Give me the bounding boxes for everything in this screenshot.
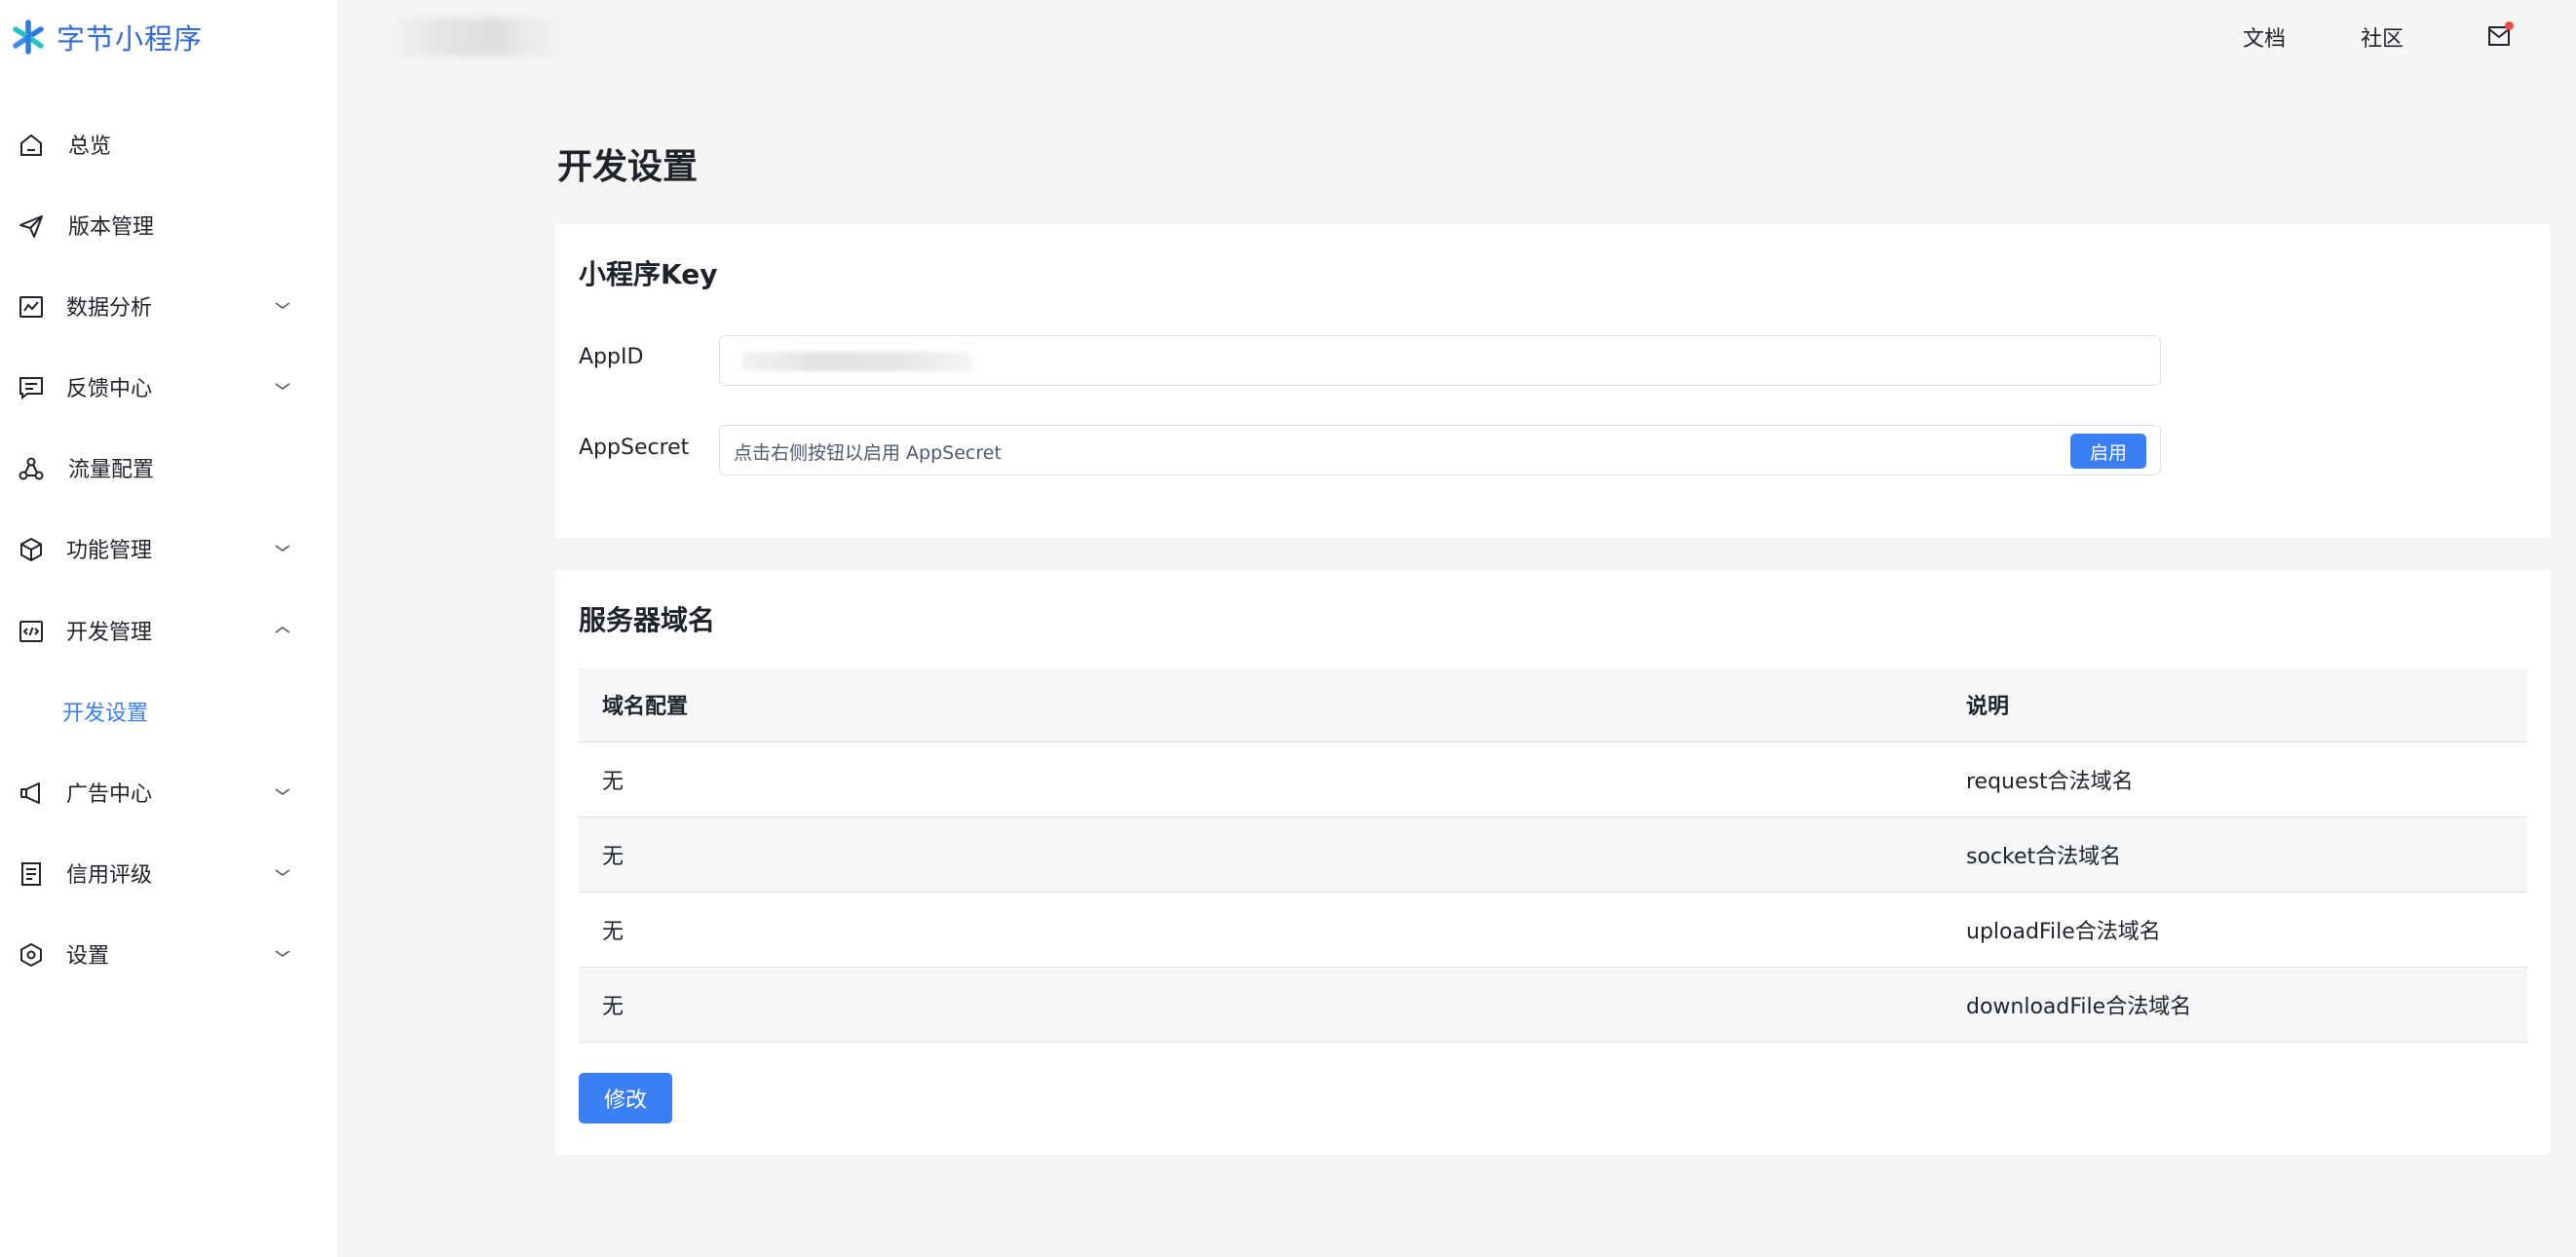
code-icon bbox=[19, 621, 43, 642]
cube-icon bbox=[20, 538, 42, 561]
sidebar-item-dev[interactable]: 开发管理 bbox=[0, 601, 337, 660]
modify-button[interactable]: 修改 bbox=[579, 1073, 672, 1124]
domain-description: request合法域名 bbox=[1966, 770, 2134, 794]
docs-link[interactable]: 文档 bbox=[2243, 21, 2286, 53]
home-icon bbox=[20, 133, 42, 156]
sidebar-item-label: 开发设置 bbox=[62, 702, 149, 726]
document-icon bbox=[21, 862, 41, 886]
table-row: 无 request合法域名 bbox=[579, 743, 2527, 818]
table-header: 域名配置 说明 bbox=[579, 667, 2527, 743]
megaphone-icon bbox=[20, 782, 40, 804]
sidebar-item-label: 信用评级 bbox=[66, 863, 153, 888]
table-row: 无 downloadFile合法域名 bbox=[579, 968, 2527, 1043]
sidebar-item-label: 流量配置 bbox=[68, 458, 155, 482]
chart-icon bbox=[19, 296, 43, 318]
network-icon bbox=[19, 457, 44, 480]
key-card-title: 小程序Key bbox=[579, 258, 718, 290]
sidebar-item-ads[interactable]: 广告中心 bbox=[0, 763, 337, 821]
chevron-down-icon bbox=[275, 950, 290, 957]
sidebar-item-overview[interactable]: 总览 bbox=[0, 115, 337, 173]
column-header-domain: 域名配置 bbox=[602, 695, 689, 719]
sidebar-item-label: 广告中心 bbox=[66, 782, 153, 807]
chevron-down-icon bbox=[275, 302, 290, 309]
sidebar: 字节小程序 总览 版本管理 数据分析 反馈中心 流量配置 功能管理 开发管理 开… bbox=[0, 0, 337, 1257]
appsecret-value: 点击右侧按钮以启用 AppSecret bbox=[734, 442, 1002, 464]
sidebar-item-feedback[interactable]: 反馈中心 bbox=[0, 358, 337, 416]
app-logo[interactable]: 字节小程序 bbox=[10, 18, 203, 57]
sidebar-item-label: 开发管理 bbox=[66, 621, 153, 645]
sidebar-item-label: 数据分析 bbox=[66, 296, 153, 321]
chevron-down-icon bbox=[275, 545, 290, 552]
domain-value: 无 bbox=[602, 920, 625, 944]
column-header-description: 说明 bbox=[1966, 695, 2010, 719]
sidebar-item-features[interactable]: 功能管理 bbox=[0, 519, 337, 578]
chevron-up-icon bbox=[275, 627, 290, 633]
appid-value-blurred bbox=[741, 352, 973, 371]
logo-text: 字节小程序 bbox=[57, 22, 204, 56]
table-row: 无 uploadFile合法域名 bbox=[579, 893, 2527, 968]
domain-description: socket合法域名 bbox=[1966, 845, 2122, 869]
sidebar-item-label: 版本管理 bbox=[68, 215, 155, 240]
domain-card-title: 服务器域名 bbox=[579, 604, 716, 636]
send-icon bbox=[19, 215, 43, 238]
appid-label: AppID bbox=[579, 345, 644, 369]
mail-button[interactable] bbox=[2484, 19, 2518, 53]
domain-value: 无 bbox=[602, 845, 625, 869]
notification-badge bbox=[2505, 21, 2514, 30]
sidebar-item-label: 功能管理 bbox=[66, 539, 153, 563]
key-card: 小程序Key AppID AppSecret 点击右侧按钮以启用 AppSecr… bbox=[555, 224, 2551, 538]
sidebar-item-credit[interactable]: 信用评级 bbox=[0, 844, 337, 902]
sidebar-item-label: 总览 bbox=[68, 134, 112, 159]
sidebar-item-label: 设置 bbox=[66, 944, 110, 969]
page-title: 开发设置 bbox=[557, 147, 699, 187]
chevron-down-icon bbox=[275, 383, 290, 390]
enable-appsecret-button[interactable]: 启用 bbox=[2070, 434, 2146, 469]
community-link[interactable]: 社区 bbox=[2361, 21, 2404, 53]
top-header: 文档 社区 bbox=[337, 0, 2576, 74]
domain-description: uploadFile合法域名 bbox=[1966, 920, 2161, 944]
sidebar-item-analytics[interactable]: 数据分析 bbox=[0, 277, 337, 335]
domain-value: 无 bbox=[602, 995, 625, 1019]
logo-icon bbox=[13, 19, 44, 55]
settings-icon bbox=[20, 943, 42, 967]
message-icon bbox=[19, 377, 43, 400]
domain-card: 服务器域名 域名配置 说明 无 request合法域名 无 socket合法域名… bbox=[555, 570, 2551, 1155]
appsecret-field[interactable]: 点击右侧按钮以启用 AppSecret 启用 bbox=[719, 425, 2161, 476]
appid-field[interactable] bbox=[719, 335, 2161, 386]
domain-description: downloadFile合法域名 bbox=[1966, 995, 2192, 1019]
sidebar-item-traffic[interactable]: 流量配置 bbox=[0, 438, 337, 497]
chevron-down-icon bbox=[275, 788, 290, 795]
domain-table: 域名配置 说明 无 request合法域名 无 socket合法域名 无 upl… bbox=[579, 667, 2527, 1043]
chevron-down-icon bbox=[275, 869, 290, 876]
table-row: 无 socket合法域名 bbox=[579, 818, 2527, 893]
appsecret-label: AppSecret bbox=[579, 436, 690, 460]
sidebar-item-version[interactable]: 版本管理 bbox=[0, 196, 337, 254]
domain-value: 无 bbox=[602, 770, 625, 794]
sidebar-item-settings[interactable]: 设置 bbox=[0, 925, 337, 983]
sidebar-subitem-dev-settings[interactable]: 开发设置 bbox=[0, 682, 337, 741]
sidebar-item-label: 反馈中心 bbox=[66, 377, 153, 401]
app-name-blurred bbox=[396, 18, 571, 57]
